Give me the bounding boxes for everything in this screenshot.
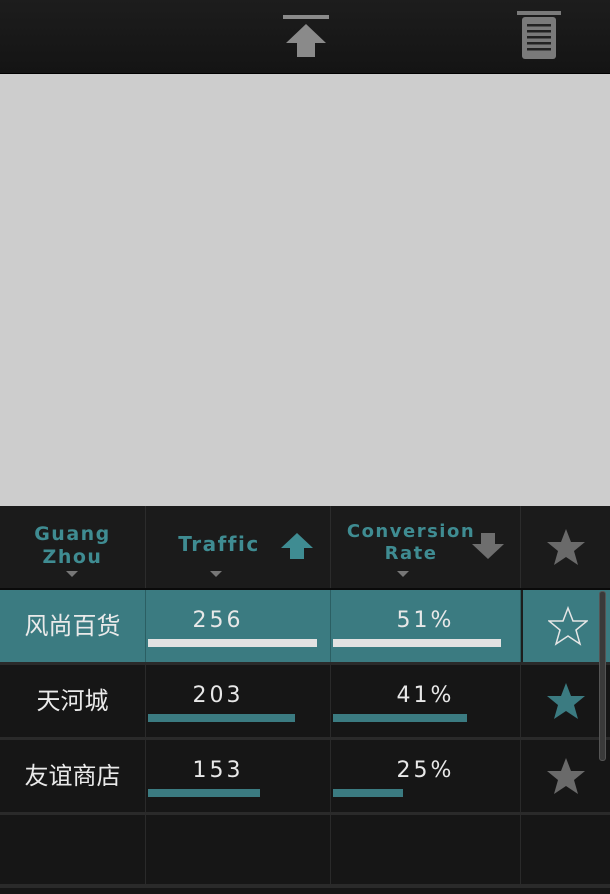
favorite-toggle[interactable] [521,740,610,812]
column-header-favorite[interactable] [521,506,610,588]
traffic-value: 153 [192,758,244,783]
cell-traffic: 153 [146,740,331,812]
chevron-down-icon [210,571,222,577]
traffic-bar [148,789,260,797]
upload-arrow-icon[interactable] [280,10,332,62]
sort-descending-icon [471,531,505,561]
cell-traffic: 203 [146,665,331,737]
traffic-bar [148,714,295,722]
cell-traffic: 256 [146,590,331,662]
chevron-down-icon [66,571,78,577]
city-name: 友谊商店 [24,762,121,790]
top-toolbar [0,0,610,74]
conversion-value: 41% [396,683,455,708]
star-filled-icon [546,681,586,721]
conversion-value: 25% [396,758,455,783]
table-row[interactable]: 友谊商店 153 25% [0,740,610,812]
traffic-value: 203 [192,683,244,708]
traffic-value: 256 [192,608,244,633]
empty-cell [0,815,146,885]
empty-cell [146,815,331,885]
table-row[interactable]: 天河城 203 41% [0,665,610,737]
column-header-traffic[interactable]: Traffic [146,506,331,588]
conversion-bar [333,714,467,722]
star-outline-icon [546,605,590,646]
column-label-conversion: Conversion Rate [346,521,476,564]
city-name: 天河城 [36,687,109,715]
cell-city: 天河城 [0,665,146,737]
empty-cell [521,815,610,885]
column-label-traffic: Traffic [178,532,260,556]
conversion-bar [333,639,501,647]
cell-city: 友谊商店 [0,740,146,812]
empty-row [0,815,610,885]
favorite-toggle[interactable] [521,590,610,662]
sort-ascending-icon [280,531,314,561]
column-header-conversion[interactable]: Conversion Rate [331,506,521,588]
chevron-down-icon [397,571,409,577]
cell-conversion: 25% [331,740,521,812]
bottom-divider [0,884,610,888]
table-row[interactable]: 风尚百货 256 51% [0,590,610,662]
cell-conversion: 51% [331,590,521,662]
table-header: Guang Zhou Traffic Conversion Rate [0,506,610,590]
conversion-value: 51% [396,608,455,633]
favorite-toggle[interactable] [521,665,610,737]
cell-city: 风尚百货 [0,590,146,662]
column-header-city[interactable]: Guang Zhou [0,506,146,588]
column-label-city: Guang Zhou [34,523,111,568]
city-name: 风尚百货 [24,612,121,640]
scrollbar[interactable] [599,591,606,761]
cell-conversion: 41% [331,665,521,737]
content-panel [0,74,610,506]
trash-icon[interactable] [513,10,565,62]
empty-cell [331,815,521,885]
star-icon [546,527,586,567]
traffic-bar [148,639,317,647]
conversion-bar [333,789,403,797]
star-icon [546,756,586,796]
